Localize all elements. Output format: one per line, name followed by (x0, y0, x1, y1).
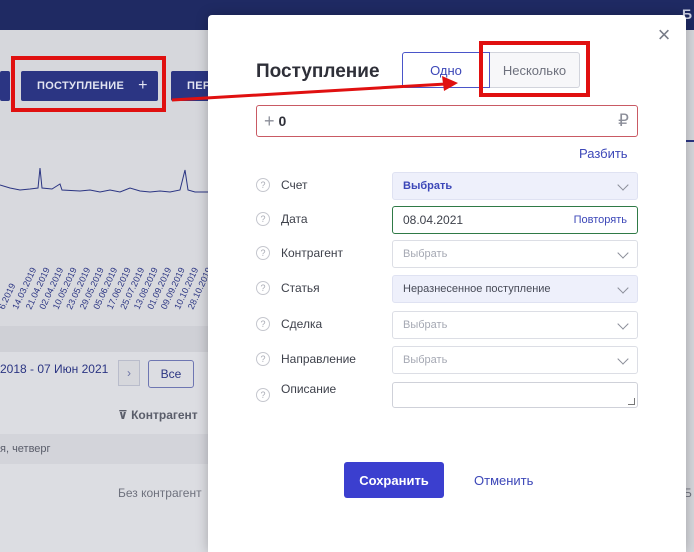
help-icon[interactable]: ? (256, 246, 270, 260)
right-panel-line (686, 140, 694, 142)
mode-tab-multiple[interactable]: Несколько (490, 52, 580, 88)
column-header-counterparty-label: Контрагент (131, 408, 198, 422)
income-button[interactable]: ПОСТУПЛЕНИЕ + (21, 71, 158, 101)
field-row-counterparty: ? Контрагент Выбрать (256, 240, 638, 268)
help-icon[interactable]: ? (256, 178, 270, 192)
plus-icon: + (138, 77, 148, 94)
cancel-button[interactable]: Отменить (474, 473, 533, 488)
date-value: 08.04.2021 (403, 213, 464, 227)
close-icon[interactable]: × (654, 24, 674, 46)
field-row-description: ? Описание (256, 382, 638, 410)
no-counterparty-text: Без контрагент (118, 486, 202, 500)
account-select-value: Выбрать (403, 180, 453, 192)
repeat-link[interactable]: Повторять (574, 214, 627, 226)
all-button[interactable]: Все (148, 360, 194, 388)
modal-title: Поступление (256, 61, 380, 82)
amount-value: 0 (278, 113, 287, 129)
direction-select-value: Выбрать (403, 354, 448, 366)
section-band (0, 326, 210, 352)
help-icon[interactable]: ? (256, 281, 270, 295)
column-header-counterparty[interactable]: ⊽ Контрагент (118, 408, 198, 422)
save-button[interactable]: Сохранить (344, 462, 444, 498)
chart-date-ticks: 6.201914.03.201921.04.201902.04.201910.0… (0, 266, 210, 311)
deal-select[interactable]: Выбрать (392, 311, 638, 339)
mode-tab-single[interactable]: Одно (402, 52, 490, 88)
chevron-down-icon (617, 353, 629, 365)
field-row-account: ? Счет Выбрать (256, 172, 638, 200)
field-row-direction: ? Направление Выбрать (256, 346, 638, 374)
day-label: я, четверг (0, 443, 51, 455)
field-label-category: Статья (281, 281, 320, 295)
plus-icon: + (264, 110, 275, 131)
amount-input[interactable]: + 0 ₽ (256, 105, 638, 137)
transfer-button[interactable]: ПЕР (171, 71, 211, 101)
ruble-icon: ₽ (618, 111, 629, 130)
field-label-direction: Направление (281, 352, 356, 366)
field-label-account: Счет (281, 178, 308, 192)
income-modal: × Поступление Одно Несколько + 0 ₽ Разби… (208, 15, 686, 552)
balance-chart-line (0, 167, 210, 193)
direction-select[interactable]: Выбрать (392, 346, 638, 374)
field-row-category: ? Статья Неразнесенное поступление (256, 275, 638, 303)
chevron-down-icon (617, 179, 629, 191)
chevron-down-icon (617, 247, 629, 259)
field-label-description: Описание (281, 382, 337, 396)
help-icon[interactable]: ? (256, 212, 270, 226)
deal-select-value: Выбрать (403, 319, 448, 331)
description-textarea[interactable] (392, 382, 638, 408)
field-row-date: ? Дата 08.04.2021 Повторять (256, 206, 638, 234)
help-icon[interactable]: ? (256, 388, 270, 402)
mode-switch: Одно Несколько (402, 52, 580, 88)
balance-chart-svg: 6.201914.03.201921.04.201902.04.201910.0… (0, 167, 210, 311)
help-icon[interactable]: ? (256, 317, 270, 331)
field-row-deal: ? Сделка Выбрать (256, 311, 638, 339)
account-select[interactable]: Выбрать (392, 172, 638, 200)
income-button-label: ПОСТУПЛЕНИЕ (37, 80, 125, 92)
category-select[interactable]: Неразнесенное поступление (392, 275, 638, 303)
chevron-down-icon (617, 282, 629, 294)
resize-handle-icon[interactable] (628, 398, 635, 405)
balance-chart: 6.2019 14.03.2019 21.04.2019 02.04.2019 10.0… (0, 140, 210, 330)
period-range[interactable]: 2018 - 07 Июн 2021 (0, 362, 108, 376)
toolbar-button-previous[interactable] (0, 71, 10, 101)
date-input[interactable]: 08.04.2021 Повторять (392, 206, 638, 234)
split-link[interactable]: Разбить (579, 146, 628, 161)
chevron-down-icon (617, 318, 629, 330)
field-label-counterparty: Контрагент (281, 246, 344, 260)
transfer-button-label: ПЕР (187, 80, 211, 92)
field-label-deal: Сделка (281, 317, 323, 331)
counterparty-select[interactable]: Выбрать (392, 240, 638, 268)
counterparty-select-value: Выбрать (403, 248, 448, 260)
period-next-button[interactable]: › (118, 360, 140, 386)
field-label-date: Дата (281, 212, 308, 226)
category-select-value: Неразнесенное поступление (403, 283, 551, 295)
help-icon[interactable]: ? (256, 352, 270, 366)
